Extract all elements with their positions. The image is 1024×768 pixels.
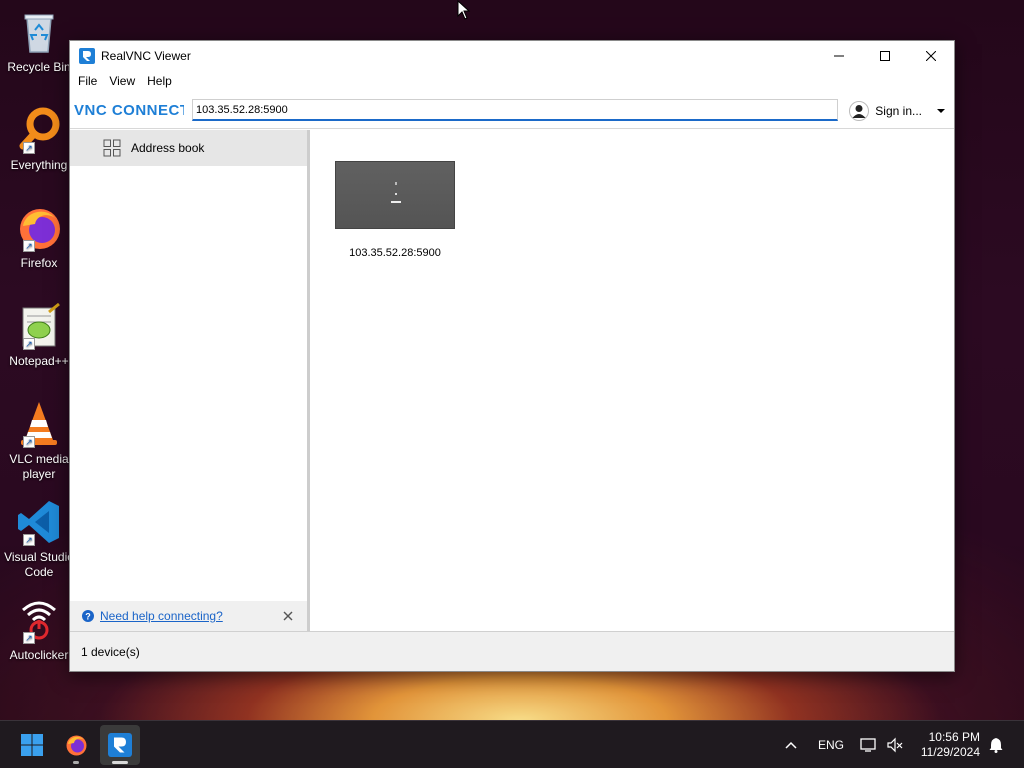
menu-help[interactable]: Help [141,70,178,92]
user-avatar-icon [849,100,870,121]
desktop-icon-firefox[interactable]: ↗ Firefox [4,204,74,271]
clock-date: 11/29/2024 [920,745,980,759]
shortcut-arrow-icon: ↗ [23,240,35,252]
title-bar[interactable]: RealVNC Viewer [70,41,954,70]
window-title: RealVNC Viewer [101,48,191,63]
sidebar-item-label: Address book [131,141,205,155]
vlc-icon: ↗ [15,400,63,448]
desktop-icon-label: Visual Studio Code [4,550,74,579]
shortcut-arrow-icon: ↗ [23,632,35,644]
clock[interactable]: 10:56 PM 11/29/2024 [921,730,980,760]
desktop-icon-label: Recycle Bin [7,60,71,74]
address-field[interactable] [192,99,838,121]
speaker-muted-icon [887,737,903,753]
close-button[interactable] [908,41,954,70]
close-icon [926,50,936,61]
device-thumbnail[interactable] [335,161,455,229]
autoclicker-icon: ↗ [15,596,63,644]
device-area: 103.35.52.28:5900 [310,130,954,631]
device-tile[interactable]: 103.35.52.28:5900 [335,161,455,259]
minimize-icon [834,55,844,56]
maximize-icon [880,50,890,61]
help-bar: ? Need help connecting? [70,601,307,631]
active-indicator [112,761,128,764]
desktop-icon-label: Notepad++ [9,354,69,368]
network-status-button[interactable] [860,721,878,768]
desktop-icon-label: Autoclicker [9,648,69,662]
desktop-icon-label: VLC media player [9,452,69,481]
show-hidden-icons-button[interactable] [784,721,798,768]
menu-file[interactable]: File [72,70,103,92]
menu-view[interactable]: View [103,70,141,92]
svg-text:?: ? [85,612,91,622]
desktop-icon-vscode[interactable]: ↗ Visual Studio Code [4,498,74,580]
help-icon: ? [82,610,94,622]
volume-button[interactable] [886,721,904,768]
network-icon [860,738,876,752]
maximize-button[interactable] [862,41,908,70]
shortcut-arrow-icon: ↗ [23,534,35,546]
taskbar-firefox[interactable] [56,725,96,765]
desktop-icon-everything[interactable]: ↗ Everything [4,106,74,173]
shortcut-arrow-icon: ↗ [23,338,35,350]
realvnc-app-icon [79,47,95,64]
content-area: Address book ? Need help connecting? 103… [70,130,954,631]
chevron-up-icon [785,741,797,749]
taskbar-realvnc[interactable] [100,725,140,765]
realvnc-app-icon [108,733,132,757]
recycle-bin-icon [15,8,63,56]
need-help-link[interactable]: Need help connecting? [100,609,223,623]
everything-search-icon: ↗ [15,106,63,154]
clock-time: 10:56 PM [928,730,980,744]
notepad-plus-plus-icon: ↗ [15,302,63,350]
close-help-icon[interactable] [281,609,295,623]
desktop-icon-recycle-bin[interactable]: Recycle Bin [4,8,74,75]
sidebar-item-address-book[interactable]: Address book [70,130,307,166]
windows-start-icon [21,734,43,756]
address-input[interactable] [196,100,837,119]
desktop-icon-notepad-plus-plus[interactable]: ↗ Notepad++ [4,302,74,369]
taskbar: ENG 10:56 PM 11/29/2024 [0,720,1024,768]
desktop-preview-icon [391,182,401,203]
desktop-icon-vlc[interactable]: ↗ VLC media player [4,400,74,482]
shortcut-arrow-icon: ↗ [23,142,35,154]
vscode-icon: ↗ [15,498,63,546]
menu-bar: File View Help [70,70,954,92]
language-label: ENG [818,738,845,752]
running-indicator [73,761,79,764]
svg-text:VNC CONNECT: VNC CONNECT [74,102,184,119]
vnc-connect-logo: VNC CONNECT [74,102,184,119]
desktop-icon-autoclicker[interactable]: ↗ Autoclicker [4,596,74,663]
toolbar: VNC CONNECT Sign in... [70,92,954,129]
firefox-icon [66,735,87,756]
device-label: 103.35.52.28:5900 [349,247,441,259]
firefox-icon: ↗ [15,204,63,252]
sign-in-label: Sign in... [875,103,922,118]
bell-icon [989,738,1003,753]
realvnc-viewer-window: RealVNC Viewer File View Help VNC CONNEC… [69,40,955,672]
chevron-down-icon [937,108,945,113]
sign-in-button[interactable]: Sign in... [849,92,946,129]
desktop-icon-label: Firefox [20,256,58,270]
mouse-cursor-icon [457,0,471,20]
status-bar: 1 device(s) [70,631,954,671]
shortcut-arrow-icon: ↗ [23,436,35,448]
grid-icon [103,139,121,157]
device-count: 1 device(s) [81,644,140,659]
language-indicator[interactable]: ENG [818,721,844,768]
desktop-icon-label: Everything [10,158,68,172]
start-button[interactable] [12,725,52,765]
minimize-button[interactable] [816,41,862,70]
sidebar: Address book ? Need help connecting? [70,130,310,631]
notifications-button[interactable] [988,721,1004,768]
